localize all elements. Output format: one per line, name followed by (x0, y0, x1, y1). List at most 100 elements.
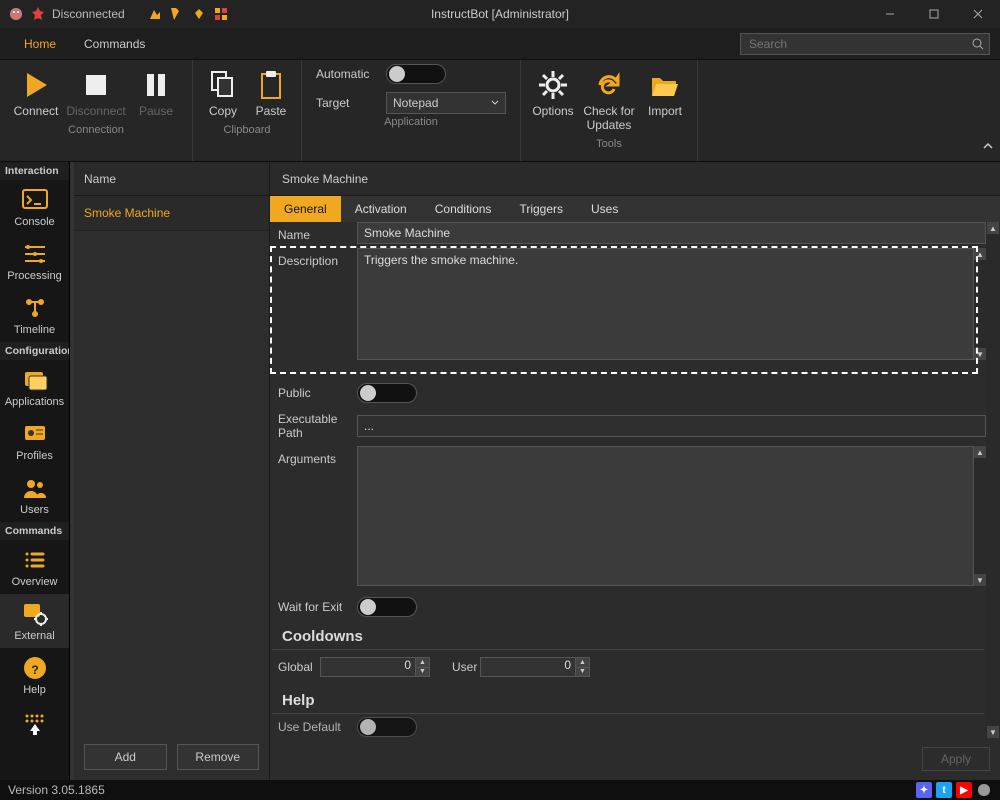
tab-commands[interactable]: Commands (70, 31, 159, 57)
arguments-field[interactable] (357, 446, 974, 586)
add-button[interactable]: Add (84, 744, 167, 770)
target-label: Target (316, 96, 376, 110)
sidebar-item-profiles[interactable]: Profiles (0, 414, 69, 468)
group-clipboard: Clipboard (199, 122, 295, 138)
arguments-label: Arguments (270, 446, 357, 472)
editor-title: Smoke Machine (270, 162, 1000, 196)
connection-status: Disconnected (52, 7, 125, 21)
automatic-toggle[interactable] (386, 64, 446, 84)
tab-conditions[interactable]: Conditions (421, 196, 506, 222)
user-label: User (444, 654, 480, 680)
group-application: Application (308, 114, 514, 130)
ribbon-collapse-button[interactable] (982, 140, 994, 155)
overview-icon (21, 546, 49, 574)
sidebar-item-help[interactable]: ? Help (0, 648, 69, 702)
processing-icon (21, 240, 49, 268)
tab-triggers[interactable]: Triggers (505, 196, 577, 222)
tab-uses[interactable]: Uses (577, 196, 632, 222)
tab-general[interactable]: General (270, 196, 341, 222)
wait-for-exit-toggle[interactable] (357, 597, 417, 617)
sidebar-item-external[interactable]: External (0, 594, 69, 648)
check-updates-button[interactable]: Check for Updates (579, 64, 639, 136)
form-scrollbar[interactable]: ▲▼ (986, 222, 1000, 738)
description-scrollbar[interactable]: ▲▼ (974, 248, 986, 360)
search-input[interactable] (741, 37, 967, 51)
minimize-button[interactable] (868, 0, 912, 28)
description-label: Description (270, 248, 357, 274)
console-icon (21, 186, 49, 214)
status-bar: Version 3.05.1865 ✦ t ▶ (0, 780, 1000, 800)
tab-home[interactable]: Home (10, 31, 70, 57)
footer-app-icon[interactable] (976, 782, 992, 798)
sidebar-item-input[interactable] (0, 702, 69, 736)
sidebar-label-console: Console (14, 216, 54, 228)
connect-button[interactable]: Connect (6, 64, 66, 122)
copy-button[interactable]: Copy (199, 64, 247, 122)
group-connection: Connection (6, 122, 186, 138)
discord-icon[interactable]: ✦ (916, 782, 932, 798)
list-item[interactable]: Smoke Machine (74, 196, 269, 231)
name-field[interactable] (357, 222, 986, 244)
close-button[interactable] (956, 0, 1000, 28)
sidebar-item-console[interactable]: Console (0, 180, 69, 234)
sidebar-item-users[interactable]: Users (0, 468, 69, 522)
quick-icon-1[interactable] (147, 6, 163, 22)
check-label-2: Updates (587, 118, 632, 132)
youtube-icon[interactable]: ▶ (956, 782, 972, 798)
global-spinner[interactable]: ▲▼ (415, 658, 429, 676)
users-icon (21, 474, 49, 502)
target-value: Notepad (393, 96, 438, 110)
help-heading: Help (272, 684, 984, 714)
description-field[interactable] (357, 248, 974, 360)
disconnect-label: Disconnect (66, 104, 125, 118)
paste-button[interactable]: Paste (247, 64, 295, 122)
twitter-icon[interactable]: t (936, 782, 952, 798)
disconnect-button: Disconnect (66, 64, 126, 122)
connect-label: Connect (14, 104, 59, 118)
options-button[interactable]: Options (527, 64, 579, 122)
maximize-button[interactable] (912, 0, 956, 28)
check-label-1: Check for (583, 104, 634, 118)
gear-icon (536, 68, 570, 102)
ribbon: Connect Disconnect Pause Connection Copy (0, 60, 1000, 162)
remove-button[interactable]: Remove (177, 744, 260, 770)
pause-button: Pause (126, 64, 186, 122)
global-cooldown-input[interactable]: 0 ▲▼ (320, 657, 430, 677)
sidebar-item-processing[interactable]: Processing (0, 234, 69, 288)
public-toggle[interactable] (357, 383, 417, 403)
tab-activation[interactable]: Activation (341, 196, 421, 222)
refresh-icon (592, 68, 626, 102)
user-spinner[interactable]: ▲▼ (575, 658, 589, 676)
sidebar-item-overview[interactable]: Overview (0, 540, 69, 594)
sidebar-label-overview: Overview (12, 576, 58, 588)
user-cooldown-input[interactable]: 0▲▼ (480, 657, 590, 677)
search-box[interactable] (740, 33, 990, 55)
use-default-toggle[interactable] (357, 717, 417, 737)
sidebar-item-applications[interactable]: Applications (0, 360, 69, 414)
use-default-label: Use Default (270, 714, 357, 738)
apply-button[interactable]: Apply (922, 747, 990, 771)
quick-icon-4[interactable] (213, 6, 229, 22)
applications-icon (21, 366, 49, 394)
import-button[interactable]: Import (639, 64, 691, 122)
executable-path-button[interactable]: ... (357, 415, 986, 437)
global-value: 0 (404, 658, 411, 672)
quick-icon-3[interactable] (191, 6, 207, 22)
profiles-icon (21, 420, 49, 448)
quick-icon-2[interactable] (169, 6, 185, 22)
cooldowns-heading: Cooldowns (272, 620, 984, 650)
chevron-down-icon (491, 99, 499, 107)
sidebar-label-processing: Processing (7, 270, 61, 282)
sidebar-item-timeline[interactable]: Timeline (0, 288, 69, 342)
sidebar-cat-interaction: Interaction (0, 162, 69, 180)
play-icon (19, 68, 53, 102)
paste-label: Paste (256, 104, 287, 118)
arguments-scrollbar[interactable]: ▲▼ (974, 446, 986, 586)
target-select[interactable]: Notepad (386, 92, 506, 114)
list-header[interactable]: Name (74, 162, 269, 196)
search-icon[interactable] (967, 38, 989, 50)
global-label: Global (270, 654, 320, 680)
import-label: Import (648, 104, 682, 118)
wait-for-exit-label: Wait for Exit (270, 594, 357, 620)
sidebar-label-users: Users (20, 504, 49, 516)
